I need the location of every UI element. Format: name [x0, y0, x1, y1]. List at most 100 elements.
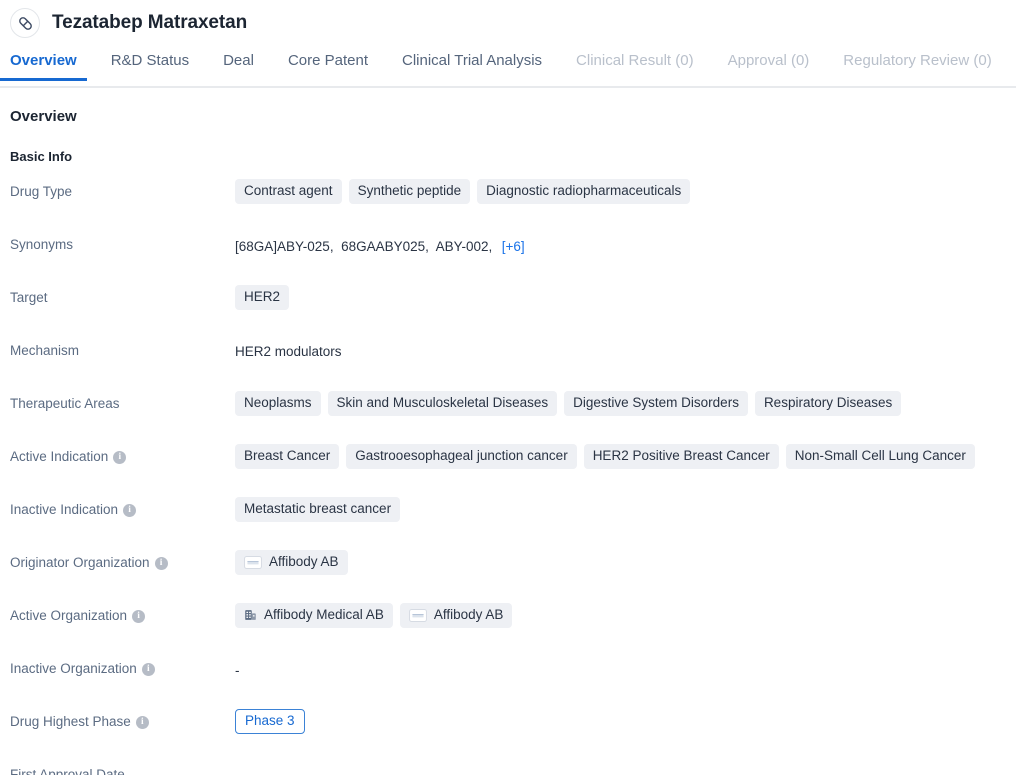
row-therapeutic-areas: Therapeutic Areas Neoplasms Skin and Muscu… [10, 390, 1006, 443]
info-rows: Drug Type Contrast agent Synthetic peptide… [10, 178, 1006, 775]
tab-clinical-result-0: Clinical Result (0) [576, 46, 694, 80]
tag[interactable]: Affibody AB [235, 550, 348, 575]
row-label-active-organization: Active Organization i [10, 602, 235, 624]
row-first-approval-date: First Approval Date - [10, 761, 1006, 775]
tag[interactable]: HER2 Positive Breast Cancer [583, 444, 779, 469]
row-label-text: Originator Organization [10, 555, 150, 570]
synonyms-more-link[interactable]: [+6] [502, 239, 525, 254]
tag-label: HER2 [244, 289, 281, 304]
info-icon[interactable]: i [132, 609, 146, 623]
row-label-text: Therapeutic Areas [10, 396, 120, 411]
tab-core-patent[interactable]: Core Patent [288, 46, 368, 80]
row-label-target: Target [10, 284, 235, 306]
row-label-drug-type: Drug Type [10, 178, 235, 200]
tag[interactable]: Respiratory Diseases [754, 391, 902, 416]
row-label-inactive-indication: Inactive Indication i [10, 496, 235, 518]
tab-regulatory-review-0: Regulatory Review (0) [843, 46, 991, 80]
row-label-active-indication: Active Indication i [10, 443, 235, 465]
row-label-text: Target [10, 290, 48, 305]
row-value-inactive-organization: - [235, 655, 1006, 681]
value-empty: - [235, 662, 240, 678]
info-icon[interactable]: i [113, 450, 127, 464]
tag[interactable]: Non-Small Cell Lung Cancer [785, 444, 975, 469]
row-active-indication: Active Indication i Breast Cancer Gastrooes… [10, 443, 1006, 496]
row-label-text: Drug Highest Phase [10, 714, 131, 729]
tag-label: Skin and Musculoskeletal Diseases [336, 395, 549, 410]
tag-label: HER2 Positive Breast Cancer [592, 448, 770, 463]
image-placeholder-icon [244, 555, 262, 569]
tag-label: Respiratory Diseases [763, 395, 893, 410]
pill-capsule-icon [10, 8, 40, 38]
row-label-text: Drug Type [10, 184, 73, 199]
row-drug-type: Drug Type Contrast agent Synthetic peptide… [10, 178, 1006, 231]
tag-label: Breast Cancer [244, 448, 331, 463]
tab-clinical-trial-analysis[interactable]: Clinical Trial Analysis [402, 46, 542, 80]
row-label-synonyms: Synonyms [10, 231, 235, 253]
page-header: Tezatabep Matraxetan [0, 0, 1016, 46]
value-empty: - [235, 766, 240, 775]
tag[interactable]: Gastrooesophageal junction cancer [346, 444, 577, 469]
synonym-item: [68GA]ABY-025, [235, 238, 334, 254]
row-value-mechanism: HER2 modulators [235, 337, 1006, 363]
row-label-text: Synonyms [10, 237, 74, 252]
row-originator-organization: Originator Organization i Affibody AB [10, 549, 1006, 602]
tag[interactable]: Synthetic peptide [348, 179, 471, 204]
row-label-text: First Approval Date [10, 767, 125, 775]
row-value-drug-highest-phase: Phase 3 [235, 708, 1006, 734]
value-text: HER2 modulators [235, 344, 342, 359]
info-icon[interactable]: i [154, 556, 168, 570]
building-icon [244, 608, 257, 622]
tag-label: Neoplasms [244, 395, 312, 410]
tag[interactable]: Contrast agent [235, 179, 342, 204]
row-label-text: Active Indication [10, 449, 109, 464]
row-target: Target HER2 [10, 284, 1006, 337]
info-icon[interactable]: i [123, 503, 137, 517]
row-value-target: HER2 [235, 284, 1006, 310]
row-value-therapeutic-areas: Neoplasms Skin and Musculoskeletal Diseas… [235, 390, 1006, 416]
tag-label: Diagnostic radiopharmaceuticals [486, 183, 682, 198]
tag-label: Non-Small Cell Lung Cancer [794, 448, 966, 463]
info-icon[interactable]: i [141, 662, 155, 676]
tab-r-d-status[interactable]: R&D Status [111, 46, 189, 80]
row-value-inactive-indication: Metastatic breast cancer [235, 496, 1006, 522]
row-label-first-approval-date: First Approval Date [10, 761, 235, 775]
row-value-active-organization: Affibody Medical AB Affibody AB [235, 602, 1006, 628]
tag-label: Affibody AB [269, 554, 339, 569]
row-label-text: Active Organization [10, 608, 128, 623]
tag-label: Gastrooesophageal junction cancer [355, 448, 568, 463]
row-drug-highest-phase: Drug Highest Phase i Phase 3 [10, 708, 1006, 761]
info-icon[interactable]: i [135, 715, 149, 729]
tag[interactable]: Neoplasms [235, 391, 321, 416]
synonym-item: 68GAABY025, [341, 238, 429, 254]
tag[interactable]: Affibody AB [399, 603, 513, 628]
row-inactive-organization: Inactive Organization i - [10, 655, 1006, 708]
row-value-synonyms: [68GA]ABY-025, 68GAABY025, ABY-002, [+6] [235, 231, 1006, 257]
row-label-mechanism: Mechanism [10, 337, 235, 359]
tag-label: Contrast agent [244, 183, 333, 198]
tag[interactable]: Breast Cancer [235, 444, 340, 469]
tag-label: Affibody AB [433, 607, 504, 622]
row-label-text: Mechanism [10, 343, 80, 358]
tag[interactable]: Skin and Musculoskeletal Diseases [327, 391, 558, 416]
row-active-organization: Active Organization i Affibody Medical AB A… [10, 602, 1006, 655]
row-value-drug-type: Contrast agent Synthetic peptide Diagnosti… [235, 178, 1006, 204]
tag[interactable]: Affibody Medical AB [235, 603, 393, 628]
row-label-drug-highest-phase: Drug Highest Phase i [10, 708, 235, 730]
row-value-first-approval-date: - [235, 761, 1006, 775]
tag[interactable]: HER2 [235, 285, 290, 310]
tag-label: Synthetic peptide [357, 183, 462, 198]
tag-label: Metastatic breast cancer [244, 501, 392, 516]
tab-overview[interactable]: Overview [0, 46, 87, 81]
row-synonyms: Synonyms [68GA]ABY-025, 68GAABY025, ABY-0… [10, 231, 1006, 284]
tag[interactable]: Digestive System Disorders [564, 391, 748, 416]
row-label-therapeutic-areas: Therapeutic Areas [10, 390, 235, 412]
tab-approval-0: Approval (0) [728, 46, 810, 80]
tag-label: Affibody Medical AB [264, 607, 384, 622]
phase-badge[interactable]: Phase 3 [235, 709, 305, 734]
row-label-originator-organization: Originator Organization i [10, 549, 235, 571]
tag[interactable]: Metastatic breast cancer [235, 497, 401, 522]
tab-deal[interactable]: Deal [223, 46, 254, 80]
tag[interactable]: Diagnostic radiopharmaceuticals [477, 179, 691, 204]
drug-detail-page: Tezatabep Matraxetan Overview R&D Status D… [0, 0, 1016, 775]
synonym-list: [68GA]ABY-025, 68GAABY025, ABY-002, [+6] [235, 236, 525, 254]
